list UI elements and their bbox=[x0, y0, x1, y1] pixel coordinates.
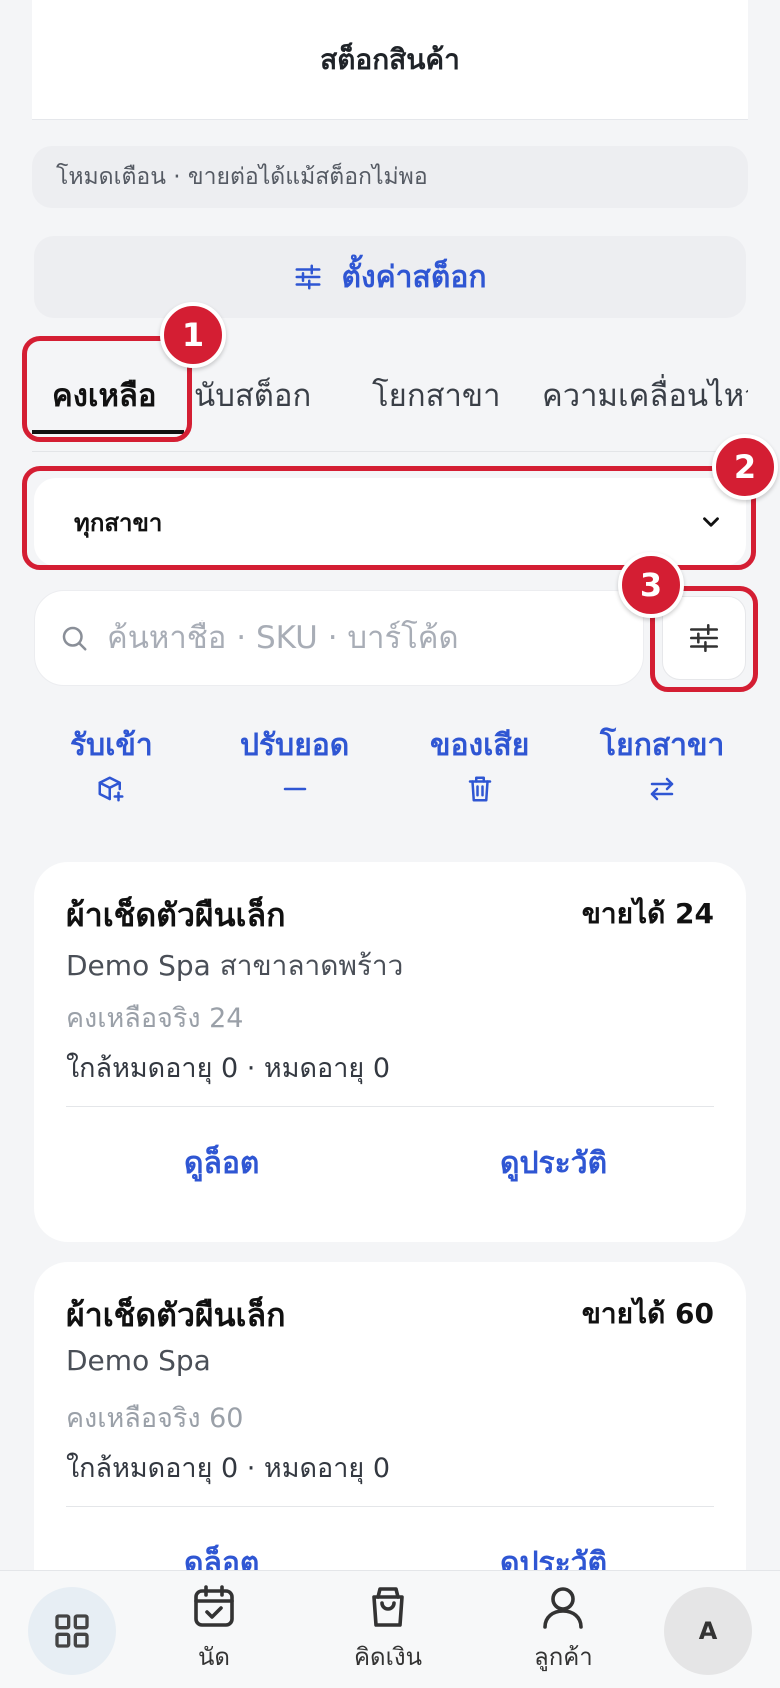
filter-button[interactable] bbox=[662, 596, 746, 680]
nav-checkout[interactable]: คิดเงิน bbox=[354, 1583, 422, 1676]
search-input[interactable] bbox=[107, 620, 627, 656]
user-icon bbox=[543, 1587, 584, 1629]
waste-button[interactable]: ของเสีย bbox=[430, 726, 529, 804]
adjust-button[interactable]: ปรับยอด bbox=[240, 726, 349, 804]
adjust-label: ปรับยอด bbox=[240, 728, 350, 763]
stock-card: ผ้าเช็ดตัวผืนเล็ก ขายได้ 24 Demo Spa สาข… bbox=[34, 862, 746, 1242]
box-plus-icon bbox=[98, 776, 124, 802]
view-lot-button[interactable]: ดูล็อต bbox=[184, 1140, 259, 1187]
branch-name: Demo Spa สาขาลาดพร้าว bbox=[66, 949, 404, 982]
branch-name: Demo Spa bbox=[66, 1344, 211, 1377]
stock-settings-label: ตั้งค่าสต็อก bbox=[341, 259, 487, 295]
mode-banner: โหมดเตือน · ขายต่อได้แม้สต็อกไม่พอ bbox=[32, 146, 748, 208]
tab-count[interactable]: นับสต็อก bbox=[194, 362, 311, 428]
shopping-bag-icon bbox=[372, 1587, 404, 1627]
nav-appointments-label: นัด bbox=[198, 1643, 230, 1671]
sliders-icon bbox=[295, 264, 321, 290]
stock-settings-button[interactable]: ตั้งค่าสต็อก bbox=[34, 236, 746, 318]
page-header: สต็อกสินค้า bbox=[32, 0, 748, 120]
stock-screen: สต็อกสินค้า โหมดเตือน · ขายต่อได้แม้สต็อ… bbox=[0, 0, 780, 1688]
minus-icon bbox=[283, 787, 306, 791]
tab-transfer[interactable]: โยกสาขา bbox=[372, 362, 501, 428]
product-name: ผ้าเช็ดตัวผืนเล็ก bbox=[66, 896, 286, 934]
branch-select-value: ทุกสาขา bbox=[74, 508, 163, 537]
product-name: ผ้าเช็ดตัวผืนเล็ก bbox=[66, 1296, 286, 1334]
nav-customers[interactable]: ลูกค้า bbox=[534, 1583, 593, 1676]
stock-tabs: คงเหลือ นับสต็อก โยกสาขา ความเคลื่อนไหว bbox=[32, 340, 748, 452]
bottom-nav: นัด คิดเงิน ลูกค้า A bbox=[0, 1570, 780, 1688]
expiry-status: ใกล้หมดอายุ 0 · หมดอายุ 0 bbox=[66, 1053, 390, 1084]
page-title: สต็อกสินค้า bbox=[320, 42, 460, 76]
annotation-badge-1: 1 bbox=[160, 302, 226, 368]
waste-label: ของเสีย bbox=[430, 728, 530, 763]
grid-icon bbox=[55, 1614, 89, 1648]
transfer-label: โยกสาขา bbox=[600, 728, 725, 763]
receive-label: รับเข้า bbox=[70, 728, 153, 763]
actual-remaining: คงเหลือจริง 24 bbox=[66, 1003, 244, 1034]
search-box bbox=[34, 590, 644, 686]
swap-arrows-icon bbox=[650, 777, 674, 801]
nav-checkout-label: คิดเงิน bbox=[354, 1643, 422, 1671]
avatar[interactable]: A bbox=[664, 1587, 752, 1675]
nav-customers-label: ลูกค้า bbox=[534, 1643, 593, 1671]
nav-appointments[interactable]: นัด bbox=[190, 1583, 238, 1676]
actual-remaining: คงเหลือจริง 60 bbox=[66, 1403, 244, 1434]
receive-button[interactable]: รับเข้า bbox=[70, 726, 153, 804]
transfer-button[interactable]: โยกสาขา bbox=[600, 726, 724, 804]
card-divider bbox=[66, 1106, 714, 1107]
tab-movement[interactable]: ความเคลื่อนไหว bbox=[542, 362, 748, 428]
available-quantity: ขายได้ 24 bbox=[581, 897, 714, 930]
annotation-badge-2: 2 bbox=[712, 434, 778, 500]
calendar-check-icon bbox=[194, 1585, 234, 1627]
trash-icon bbox=[468, 776, 491, 802]
tab-remaining[interactable]: คงเหลือ bbox=[52, 362, 157, 428]
quick-actions: รับเข้า ปรับยอด ของเสีย โยกสาขา bbox=[32, 726, 748, 836]
available-quantity: ขายได้ 60 bbox=[581, 1297, 714, 1330]
annotation-badge-3: 3 bbox=[618, 552, 684, 618]
active-tab-underline bbox=[32, 430, 184, 434]
expiry-status: ใกล้หมดอายุ 0 · หมดอายุ 0 bbox=[66, 1453, 390, 1484]
chevron-down-icon bbox=[703, 517, 719, 527]
nav-home-button[interactable] bbox=[28, 1587, 116, 1675]
search-icon bbox=[62, 626, 87, 651]
branch-select[interactable]: ทุกสาขา bbox=[34, 478, 746, 566]
sliders-icon bbox=[689, 623, 719, 653]
view-history-button[interactable]: ดูประวัติ bbox=[500, 1140, 607, 1187]
card-divider bbox=[66, 1506, 714, 1507]
